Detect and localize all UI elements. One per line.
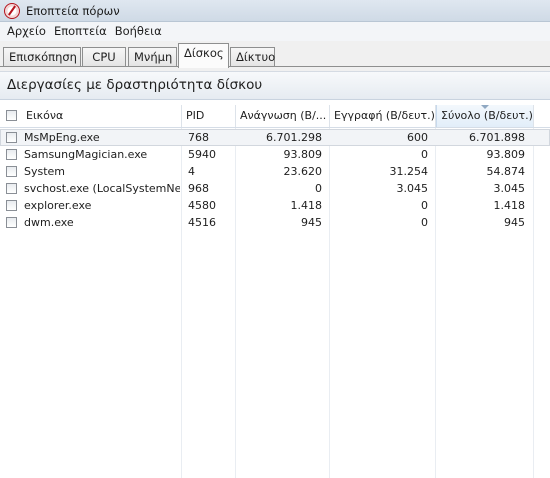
cell-read: 945 [301, 216, 322, 229]
tab-cpu[interactable]: CPU [82, 47, 126, 67]
cell-total: 93.809 [486, 148, 526, 161]
section-header-disk-processes[interactable]: Διεργασίες με δραστηριότητα δίσκου [0, 72, 550, 100]
cell-write: 3.045 [396, 182, 429, 195]
column-header-image[interactable]: Εικόνα [22, 105, 182, 127]
row-checkbox[interactable] [6, 183, 17, 194]
cell-total: 3.045 [493, 182, 526, 195]
cell-write: 600 [407, 131, 428, 144]
cell-total: 1.418 [493, 199, 526, 212]
menu-file[interactable]: Αρχείο [3, 23, 50, 40]
window-title: Εποπτεία πόρων [26, 3, 120, 18]
cell-write: 0 [421, 216, 428, 229]
resource-monitor-icon [4, 2, 20, 19]
cell-total: 54.874 [486, 165, 526, 178]
cell-read: 0 [315, 182, 322, 195]
row-checkbox[interactable] [6, 166, 17, 177]
cell-image: dwm.exe [24, 216, 74, 229]
table-row[interactable]: dwm.exe 4516 945 0 945 [0, 214, 550, 231]
cell-pid: 968 [188, 182, 209, 195]
tab-disk[interactable]: Δίσκος [178, 43, 229, 68]
column-header-total-label: Σύνολο (B/δευτ.) [441, 109, 533, 122]
cell-image: SamsungMagician.exe [24, 148, 148, 161]
table-row[interactable]: explorer.exe 4580 1.418 0 1.418 [0, 197, 550, 214]
cell-total: 945 [504, 216, 525, 229]
table-row[interactable]: SamsungMagician.exe 5940 93.809 0 93.809 [0, 146, 550, 163]
cell-write: 0 [421, 199, 428, 212]
cell-write: 0 [421, 148, 428, 161]
table-header: Εικόνα PID Ανάγνωση (B/... Εγγραφή (B/δε… [0, 105, 550, 128]
cell-pid: 768 [188, 131, 209, 144]
cell-total: 6.701.898 [469, 131, 525, 144]
cell-pid: 4580 [188, 199, 216, 212]
column-header-write[interactable]: Εγγραφή (B/δευτ.) [330, 105, 436, 127]
menu-help[interactable]: Βοήθεια [111, 23, 166, 40]
cell-image: svchost.exe (LocalSystemNet... [24, 182, 180, 195]
cell-image: explorer.exe [24, 199, 92, 212]
cell-image: System [24, 165, 66, 178]
process-table: Εικόνα PID Ανάγνωση (B/... Εγγραφή (B/δε… [0, 105, 550, 478]
table-row[interactable]: MsMpEng.exe 768 6.701.298 600 6.701.898 [0, 129, 550, 146]
tab-overview[interactable]: Επισκόπηση [3, 47, 81, 67]
tab-bar: Επισκόπηση CPU Μνήμη Δίσκος Δίκτυο [0, 41, 550, 68]
sort-descending-icon [481, 105, 489, 109]
disk-panel: Διεργασίες με δραστηριότητα δίσκου Εικόν… [0, 71, 550, 478]
row-checkbox[interactable] [6, 149, 17, 160]
table-row[interactable]: System 4 23.620 31.254 54.874 [0, 163, 550, 180]
tab-memory[interactable]: Μνήμη [128, 47, 177, 67]
tab-divider [0, 66, 550, 67]
select-all-checkbox[interactable] [6, 110, 17, 121]
cell-read: 6.701.298 [266, 131, 322, 144]
cell-pid: 5940 [188, 148, 216, 161]
row-checkbox[interactable] [6, 200, 17, 211]
cell-read: 93.809 [283, 148, 323, 161]
cell-pid: 4 [188, 165, 195, 178]
cell-read: 23.620 [283, 165, 323, 178]
cell-image: MsMpEng.exe [24, 131, 100, 144]
menu-monitor[interactable]: Εποπτεία [50, 23, 111, 40]
table-row[interactable]: svchost.exe (LocalSystemNet... 968 0 3.0… [0, 180, 550, 197]
row-checkbox[interactable] [6, 217, 17, 228]
column-header-read[interactable]: Ανάγνωση (B/... [236, 105, 330, 127]
cell-pid: 4516 [188, 216, 216, 229]
row-checkbox[interactable] [6, 132, 17, 143]
cell-read: 1.418 [290, 199, 323, 212]
menu-bar: Αρχείο Εποπτεία Βοήθεια [0, 22, 550, 41]
title-bar: Εποπτεία πόρων [0, 0, 550, 22]
tab-network[interactable]: Δίκτυο [230, 47, 275, 67]
column-header-total[interactable]: Σύνολο (B/δευτ.) [436, 105, 534, 127]
cell-write: 31.254 [389, 165, 429, 178]
column-header-pid[interactable]: PID [182, 105, 236, 127]
